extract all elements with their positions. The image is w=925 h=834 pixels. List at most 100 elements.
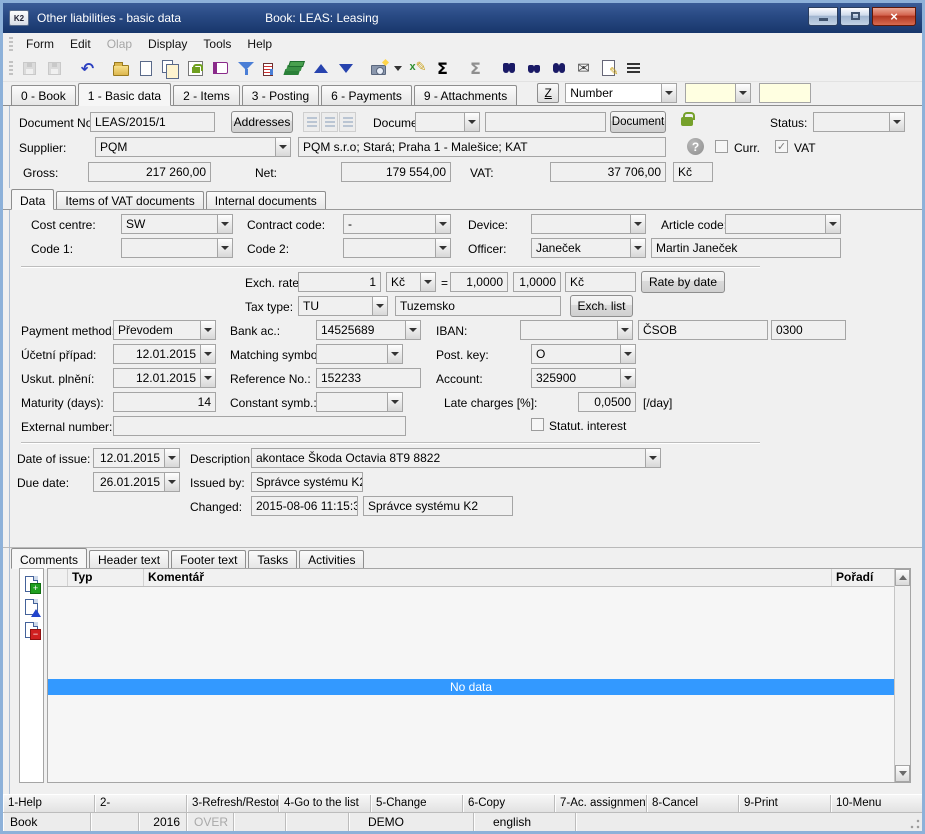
chevron-down-icon[interactable]: [164, 472, 180, 492]
exch-list-button[interactable]: Exch. list: [570, 295, 633, 317]
iban-combo[interactable]: [520, 320, 633, 340]
account-value[interactable]: 325900: [531, 368, 621, 388]
sort-combo-value[interactable]: Number: [565, 83, 662, 103]
sort-combo[interactable]: Number: [565, 83, 677, 103]
description-combo[interactable]: akontace Škoda Octavia 8T9 8822: [251, 448, 661, 468]
open-icon[interactable]: [109, 57, 132, 79]
copy-icon[interactable]: [159, 57, 182, 79]
add-comment-icon[interactable]: [25, 576, 38, 592]
document-ref-field[interactable]: [485, 112, 606, 132]
chevron-down-icon[interactable]: [420, 272, 436, 292]
chevron-down-icon[interactable]: [387, 392, 403, 412]
matching-symbol-value[interactable]: [316, 344, 388, 364]
menu-edit[interactable]: Edit: [62, 35, 99, 53]
article-code-value[interactable]: [725, 214, 826, 234]
find-next-icon[interactable]: [522, 57, 545, 79]
notes-icon[interactable]: [597, 57, 620, 79]
book-icon[interactable]: [209, 57, 232, 79]
tab-book[interactable]: 0 - Book: [11, 85, 76, 105]
curr-checkbox[interactable]: [715, 140, 728, 153]
code2-combo[interactable]: [343, 238, 451, 258]
due-date-combo[interactable]: 26.01.2015: [93, 472, 180, 492]
exch-currency-value[interactable]: Kč: [386, 272, 421, 292]
typ-column-header[interactable]: Typ: [68, 569, 144, 586]
description-value[interactable]: akontace Škoda Octavia 8T9 8822: [251, 448, 646, 468]
supplier-value[interactable]: PQM: [95, 137, 276, 157]
tab-header-text[interactable]: Header text: [89, 550, 169, 568]
officer-combo[interactable]: Janeček: [531, 238, 646, 258]
change-comment-icon[interactable]: [25, 599, 38, 615]
chevron-down-icon[interactable]: [200, 320, 216, 340]
chevron-down-icon[interactable]: [620, 368, 636, 388]
poradi-column-header[interactable]: Pořadí: [832, 569, 894, 586]
reference-no-field[interactable]: 152233: [316, 368, 421, 388]
chevron-down-icon[interactable]: [405, 320, 421, 340]
lock-icon[interactable]: [184, 57, 207, 79]
exch-rate-field[interactable]: 1: [298, 272, 381, 292]
batch-change-icon[interactable]: [406, 57, 429, 79]
payment-method-combo[interactable]: Převodem: [113, 320, 216, 340]
minimize-button[interactable]: [808, 7, 838, 26]
fkey-refresh[interactable]: 3-Refresh/Restore: [187, 795, 279, 812]
komentar-column-header[interactable]: Komentář: [144, 569, 832, 586]
export-icon[interactable]: [284, 57, 307, 79]
quick-search-field[interactable]: [759, 83, 811, 103]
tax-type-combo[interactable]: TU: [298, 296, 388, 316]
chevron-down-icon[interactable]: [200, 368, 216, 388]
gross-field[interactable]: 217 260,00: [88, 162, 211, 182]
code1-value[interactable]: [121, 238, 218, 258]
date-of-issue-combo[interactable]: 12.01.2015: [93, 448, 180, 468]
tab-attachments[interactable]: 9 - Attachments: [414, 85, 517, 105]
chevron-down-icon[interactable]: [735, 83, 751, 103]
document-type-combo[interactable]: [415, 112, 480, 132]
device-combo[interactable]: [531, 214, 646, 234]
quick-filter-value[interactable]: [685, 83, 736, 103]
menu-form[interactable]: Form: [18, 35, 62, 53]
chevron-down-icon[interactable]: [372, 296, 388, 316]
fkey-ac-assignment[interactable]: 7-Ac. assignment: [555, 795, 647, 812]
find-document-icon[interactable]: [547, 57, 570, 79]
resize-grip[interactable]: [910, 819, 920, 829]
chevron-down-icon[interactable]: [164, 448, 180, 468]
camera-menu-icon[interactable]: [392, 57, 404, 79]
post-key-value[interactable]: O: [531, 344, 621, 364]
supplier-combo[interactable]: PQM: [95, 137, 291, 157]
document-type-value[interactable]: [415, 112, 465, 132]
chevron-down-icon[interactable]: [435, 214, 451, 234]
filter-document-icon[interactable]: [259, 57, 282, 79]
status-combo[interactable]: [813, 112, 905, 132]
previous-icon[interactable]: [309, 57, 332, 79]
scroll-down-icon[interactable]: [895, 765, 910, 782]
exch-currency-combo[interactable]: Kč: [386, 272, 436, 292]
uskut-plneni-date-combo[interactable]: 12.01.2015: [113, 368, 216, 388]
iban-value[interactable]: [520, 320, 618, 340]
document-no-field[interactable]: LEAS/2015/1: [90, 112, 215, 132]
chevron-down-icon[interactable]: [617, 320, 633, 340]
rate1-field[interactable]: 1,0000: [450, 272, 508, 292]
account-combo[interactable]: 325900: [531, 368, 636, 388]
tab-items-of-vat-documents[interactable]: Items of VAT documents: [56, 191, 203, 209]
code2-value[interactable]: [343, 238, 436, 258]
addresses-button[interactable]: Addresses: [231, 111, 293, 133]
article-code-combo[interactable]: [725, 214, 841, 234]
tab-footer-text[interactable]: Footer text: [171, 550, 246, 568]
tab-tasks[interactable]: Tasks: [248, 550, 297, 568]
menu-grip-handle[interactable]: [9, 37, 13, 51]
chevron-down-icon[interactable]: [661, 83, 677, 103]
document-button[interactable]: Document: [610, 111, 666, 133]
fkey-go-to-list[interactable]: 4-Go to the list: [279, 795, 371, 812]
undo-icon[interactable]: ↶: [76, 57, 99, 79]
z-button[interactable]: Z: [537, 83, 559, 103]
tax-type-value[interactable]: TU: [298, 296, 373, 316]
help-icon[interactable]: ?: [687, 138, 704, 155]
constant-symb-combo[interactable]: [316, 392, 403, 412]
scroll-up-icon[interactable]: [895, 569, 910, 586]
fkey-help[interactable]: 1-Help: [3, 795, 95, 812]
chevron-down-icon[interactable]: [630, 238, 646, 258]
post-key-combo[interactable]: O: [531, 344, 636, 364]
constant-symb-value[interactable]: [316, 392, 388, 412]
cost-centre-combo[interactable]: SW: [121, 214, 233, 234]
fkey-change[interactable]: 5-Change: [371, 795, 463, 812]
filter-icon[interactable]: [234, 57, 257, 79]
ucetni-pripad-value[interactable]: 12.01.2015: [113, 344, 201, 364]
